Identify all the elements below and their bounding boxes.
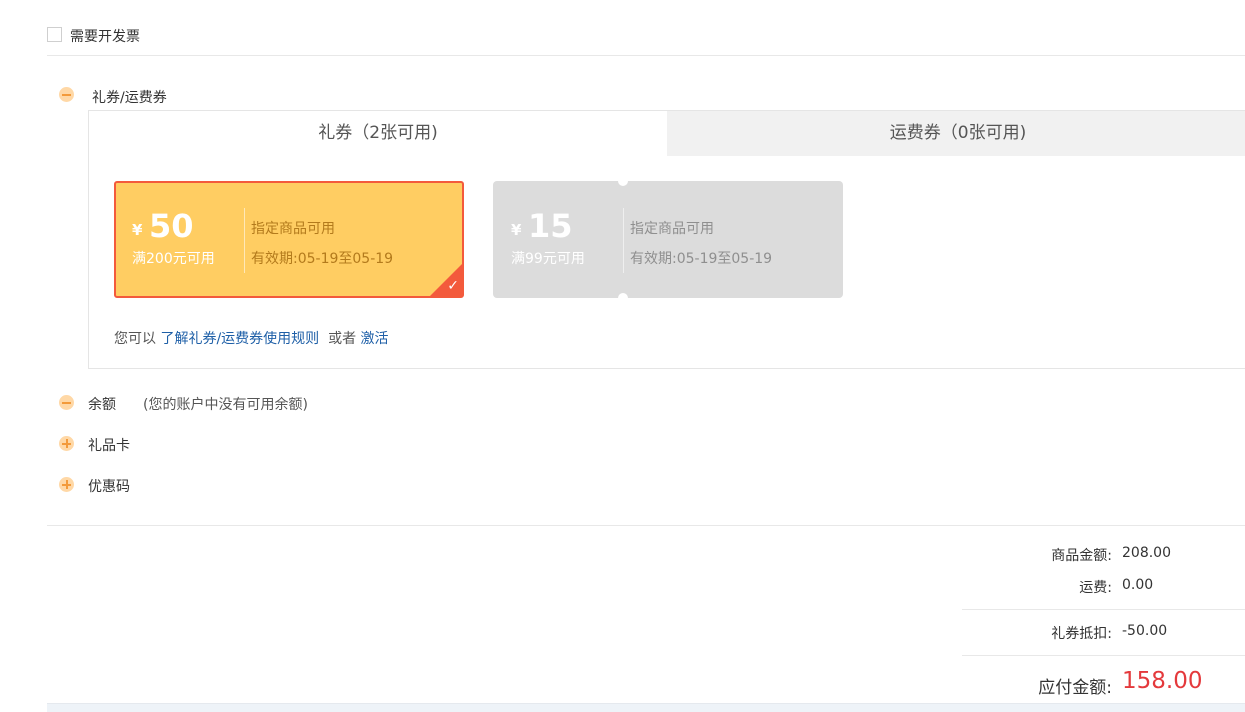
- invoice-label: 需要开发票: [70, 29, 140, 45]
- rules-prefix: 您可以: [114, 331, 156, 347]
- tab-shipping-coupons[interactable]: 运费券（0张可用): [667, 111, 1245, 156]
- coupon-notch: [618, 293, 628, 303]
- goods-amount-label: 商品金额:: [1051, 548, 1112, 564]
- rules-middle: 或者: [328, 331, 357, 347]
- divider: [962, 609, 1245, 610]
- coupon-amount: 15: [528, 207, 573, 245]
- coupon-validity: 有效期:05-19至05-19: [630, 251, 773, 267]
- coupon-card-selected[interactable]: ¥ 50 满200元可用 指定商品可用 有效期:05-19至05-19 ✓: [114, 181, 464, 298]
- balance-note: (您的账户中没有可用余额): [143, 397, 308, 413]
- divider: [47, 525, 1245, 526]
- currency-symbol: ¥: [132, 221, 143, 239]
- goods-amount-value: 208.00: [1122, 545, 1171, 561]
- expand-icon[interactable]: [59, 477, 74, 492]
- divider: [962, 655, 1245, 656]
- section-label-coupons: 礼券/运费券: [92, 90, 167, 106]
- coupon-notch: [618, 176, 628, 186]
- checkmark-icon: ✓: [447, 278, 459, 294]
- coupon-divider: [244, 208, 245, 273]
- section-label-gift-card: 礼品卡: [88, 438, 130, 454]
- shipping-label: 运费:: [1079, 580, 1112, 596]
- shipping-value: 0.00: [1122, 577, 1154, 593]
- coupon-condition: 满200元可用: [132, 251, 215, 267]
- coupon-amount: 50: [149, 207, 194, 245]
- coupon-scope: 指定商品可用: [630, 221, 714, 237]
- section-label-balance: 余额: [88, 397, 116, 413]
- collapse-icon[interactable]: [59, 87, 74, 102]
- coupon-condition: 满99元可用: [511, 251, 585, 267]
- coupon-scope: 指定商品可用: [251, 221, 335, 237]
- activate-link[interactable]: 激活: [361, 331, 389, 347]
- currency-symbol: ¥: [511, 221, 522, 239]
- coupon-divider: [623, 208, 624, 273]
- tab-gift-coupons[interactable]: 礼券（2张可用): [89, 111, 667, 156]
- divider: [47, 55, 1245, 56]
- coupon-rules-line: 您可以 了解礼券/运费券使用规则 或者 激活: [114, 328, 389, 348]
- total-payable-label: 应付金额:: [1038, 678, 1112, 698]
- rules-link[interactable]: 了解礼券/运费券使用规则: [160, 331, 319, 347]
- collapse-icon[interactable]: [59, 395, 74, 410]
- coupon-discount-label: 礼券抵扣:: [1051, 626, 1112, 642]
- coupon-panel: 礼券（2张可用) 运费券（0张可用) ¥ 50 满200元可用 指定商品可用 有…: [88, 110, 1245, 369]
- coupon-card[interactable]: ¥ 15 满99元可用 指定商品可用 有效期:05-19至05-19: [493, 176, 843, 303]
- coupon-discount-value: -50.00: [1122, 623, 1168, 639]
- section-label-promo-code: 优惠码: [88, 479, 130, 495]
- coupon-validity: 有效期:05-19至05-19: [251, 251, 394, 267]
- expand-icon[interactable]: [59, 436, 74, 451]
- invoice-checkbox[interactable]: [47, 27, 62, 42]
- total-payable-value: 158.00: [1122, 668, 1203, 694]
